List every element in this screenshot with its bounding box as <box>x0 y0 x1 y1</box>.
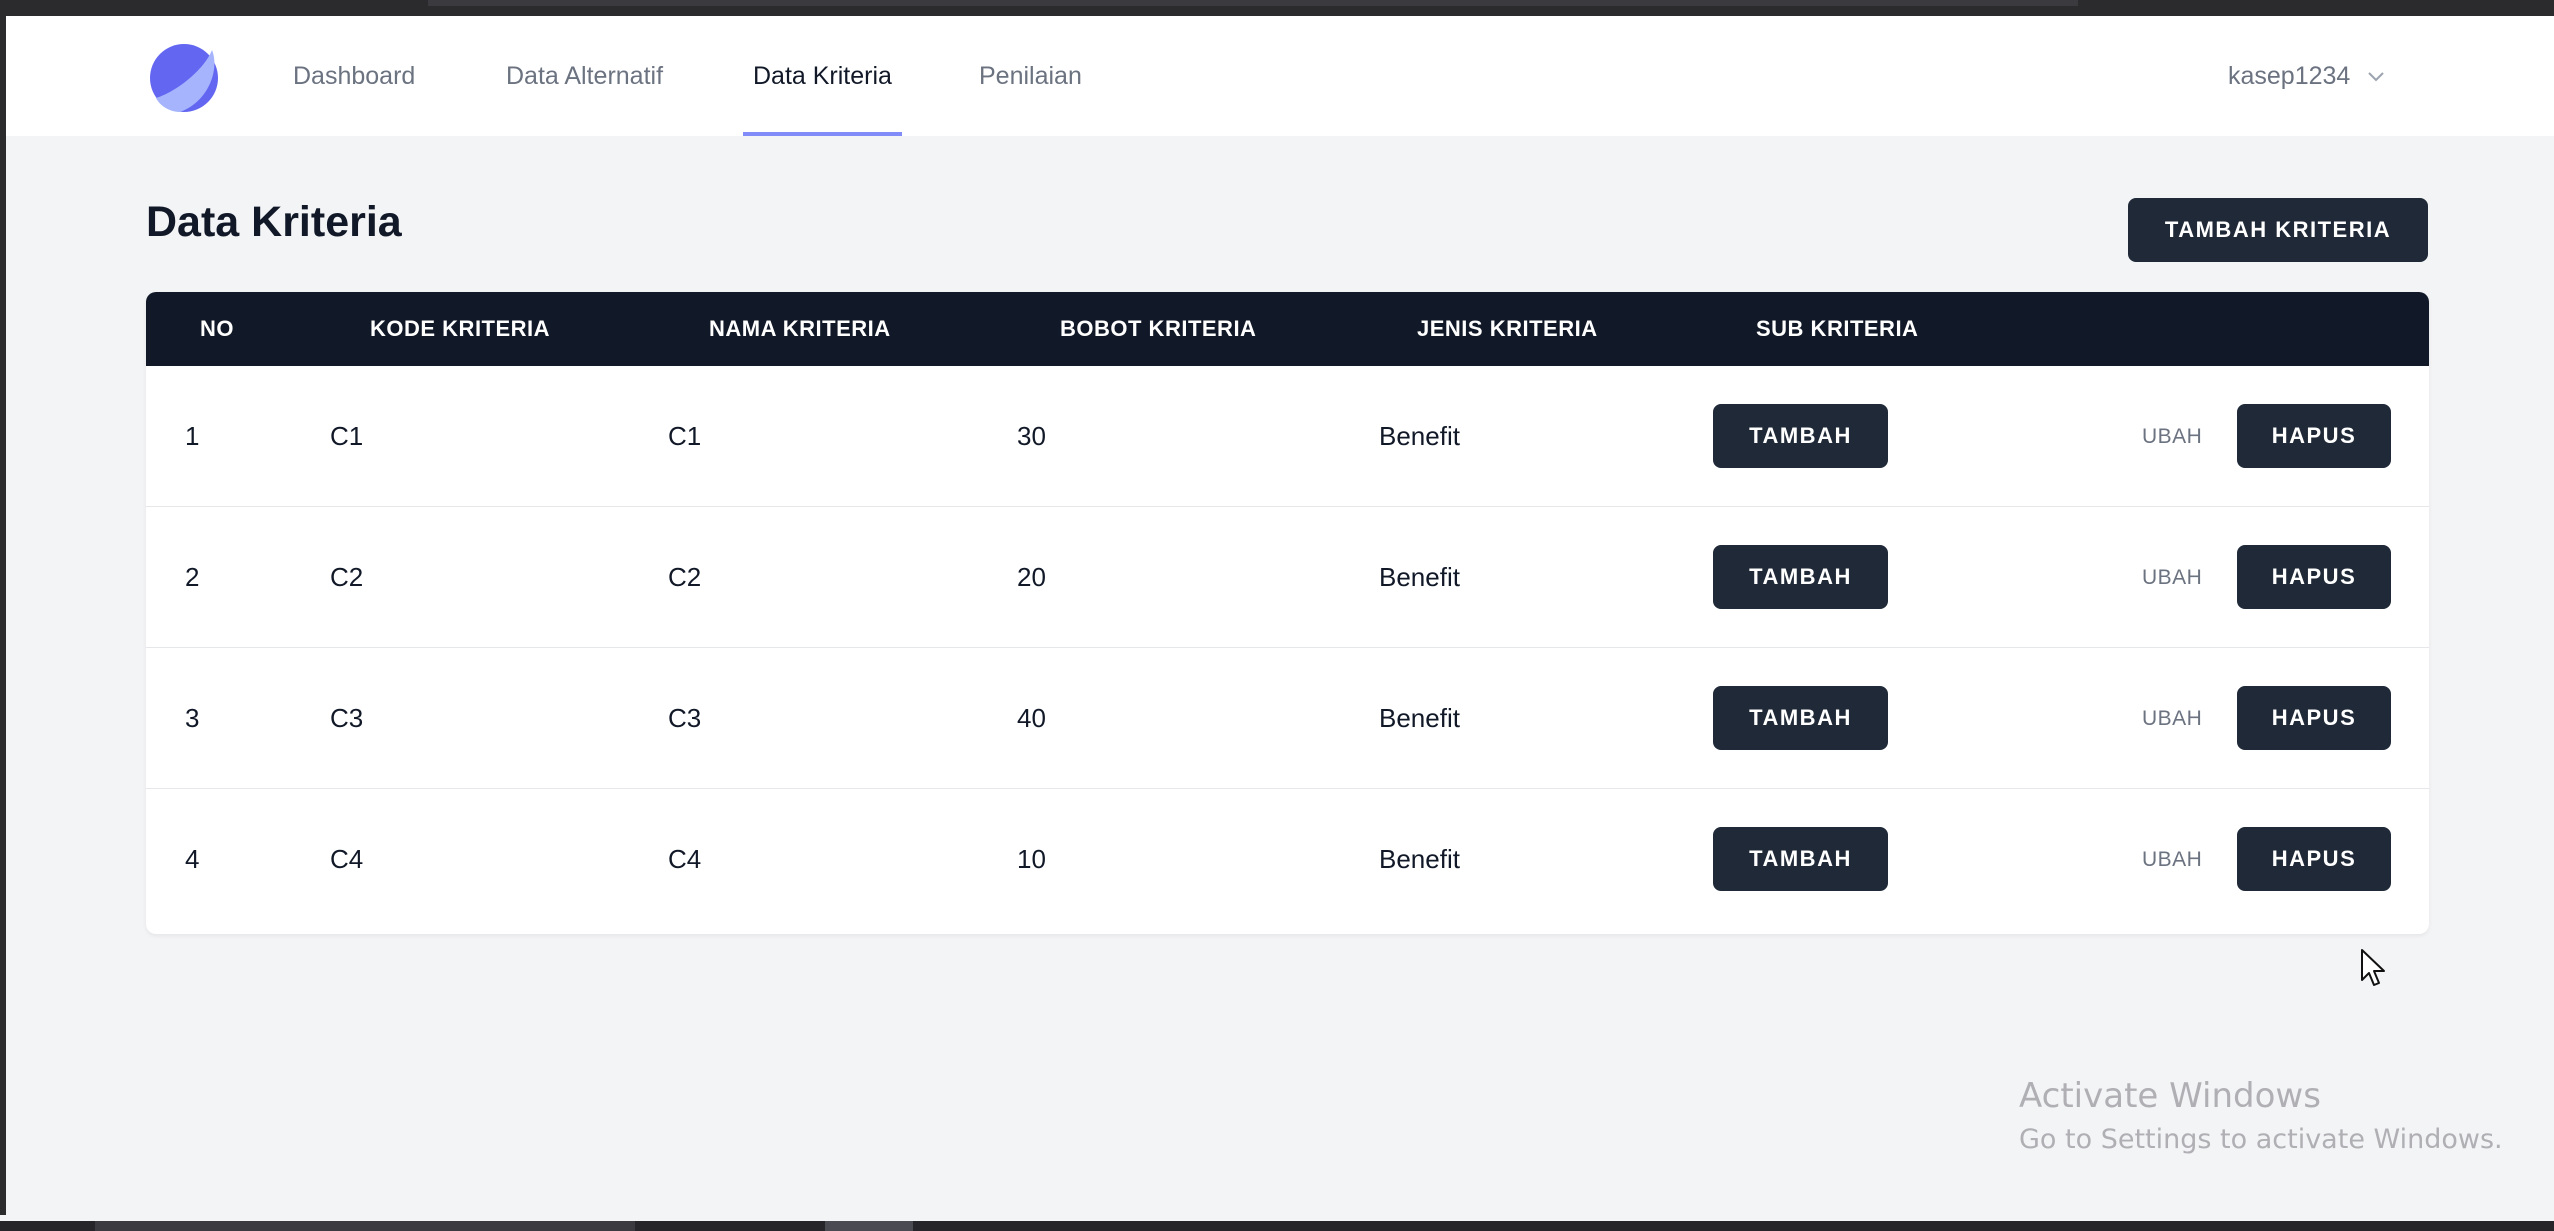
cell-no: 2 <box>185 562 200 592</box>
page-title: Data Kriteria <box>146 198 402 246</box>
cell-no: 1 <box>185 421 200 451</box>
cell-jenis: Benefit <box>1379 844 1460 874</box>
cell-jenis: Benefit <box>1379 562 1460 592</box>
add-sub-criteria-button[interactable]: TAMBAH <box>1713 545 1888 609</box>
top-navbar: Dashboard Data Alternatif Data Kriteria … <box>6 16 2554 136</box>
edit-link[interactable]: UBAH <box>2142 648 2202 789</box>
add-sub-criteria-button[interactable]: TAMBAH <box>1713 686 1888 750</box>
cell-kode: C4 <box>330 844 364 874</box>
delete-button[interactable]: HAPUS <box>2237 686 2391 750</box>
user-menu[interactable]: kasep1234 <box>2228 16 2388 136</box>
window-left-edge <box>0 16 6 1215</box>
taskbar <box>0 1221 2554 1231</box>
delete-button[interactable]: HAPUS <box>2237 545 2391 609</box>
cell-nama: C3 <box>668 703 702 733</box>
header-sub-kriteria: SUB KRITERIA <box>1756 316 1919 341</box>
delete-button[interactable]: HAPUS <box>2237 827 2391 891</box>
table-row: 1 C1 C1 30 Benefit TAMBAH UBAH HAPUS <box>146 366 2429 507</box>
cell-nama: C4 <box>668 844 702 874</box>
cell-kode: C2 <box>330 562 364 592</box>
header-nama-kriteria: NAMA KRITERIA <box>709 316 891 341</box>
window-top-bar <box>0 0 2554 16</box>
criteria-table: NO KODE KRITERIA NAMA KRITERIA BOBOT KRI… <box>146 292 2429 934</box>
cell-bobot: 20 <box>1017 562 1046 592</box>
edit-link[interactable]: UBAH <box>2142 507 2202 648</box>
add-sub-criteria-button[interactable]: TAMBAH <box>1713 827 1888 891</box>
taskbar-item[interactable] <box>95 1221 635 1231</box>
edit-link[interactable]: UBAH <box>2142 789 2202 930</box>
nav-item-penilaian[interactable]: Penilaian <box>969 16 1092 136</box>
header-no: NO <box>200 316 234 341</box>
cell-no: 3 <box>185 703 200 733</box>
nav-item-dashboard[interactable]: Dashboard <box>283 16 425 136</box>
table-row: 4 C4 C4 10 Benefit TAMBAH UBAH HAPUS <box>146 789 2429 930</box>
cell-bobot: 30 <box>1017 421 1046 451</box>
cell-nama: C2 <box>668 562 702 592</box>
add-sub-criteria-button[interactable]: TAMBAH <box>1713 404 1888 468</box>
cell-nama: C1 <box>668 421 702 451</box>
nav-item-data-kriteria[interactable]: Data Kriteria <box>743 16 902 136</box>
header-bobot-kriteria: BOBOT KRITERIA <box>1060 316 1257 341</box>
chevron-down-icon <box>2368 72 2385 82</box>
logo-icon[interactable] <box>146 40 222 116</box>
table-row: 3 C3 C3 40 Benefit TAMBAH UBAH HAPUS <box>146 648 2429 789</box>
delete-button[interactable]: HAPUS <box>2237 404 2391 468</box>
cell-jenis: Benefit <box>1379 421 1460 451</box>
add-criteria-button[interactable]: TAMBAH KRITERIA <box>2128 198 2428 262</box>
cell-bobot: 10 <box>1017 844 1046 874</box>
cell-no: 4 <box>185 844 200 874</box>
header-kode-kriteria: KODE KRITERIA <box>370 316 551 341</box>
table-header: NO KODE KRITERIA NAMA KRITERIA BOBOT KRI… <box>146 292 2429 366</box>
windows-activation-watermark: Activate Windows Go to Settings to activ… <box>2019 1076 2503 1155</box>
header-jenis-kriteria: JENIS KRITERIA <box>1417 316 1598 341</box>
watermark-title: Activate Windows <box>2019 1076 2321 1116</box>
table-row: 2 C2 C2 20 Benefit TAMBAH UBAH HAPUS <box>146 507 2429 648</box>
watermark-subtitle: Go to Settings to activate Windows. <box>2019 1124 2503 1155</box>
taskbar-item[interactable] <box>825 1221 913 1231</box>
edit-link[interactable]: UBAH <box>2142 366 2202 507</box>
browser-tab-strip <box>428 0 2078 6</box>
user-name: kasep1234 <box>2228 61 2351 90</box>
mouse-cursor-icon <box>2361 949 2385 986</box>
cell-bobot: 40 <box>1017 703 1046 733</box>
cell-kode: C1 <box>330 421 364 451</box>
cell-jenis: Benefit <box>1379 703 1460 733</box>
nav-item-data-alternatif[interactable]: Data Alternatif <box>496 16 673 136</box>
cell-kode: C3 <box>330 703 364 733</box>
